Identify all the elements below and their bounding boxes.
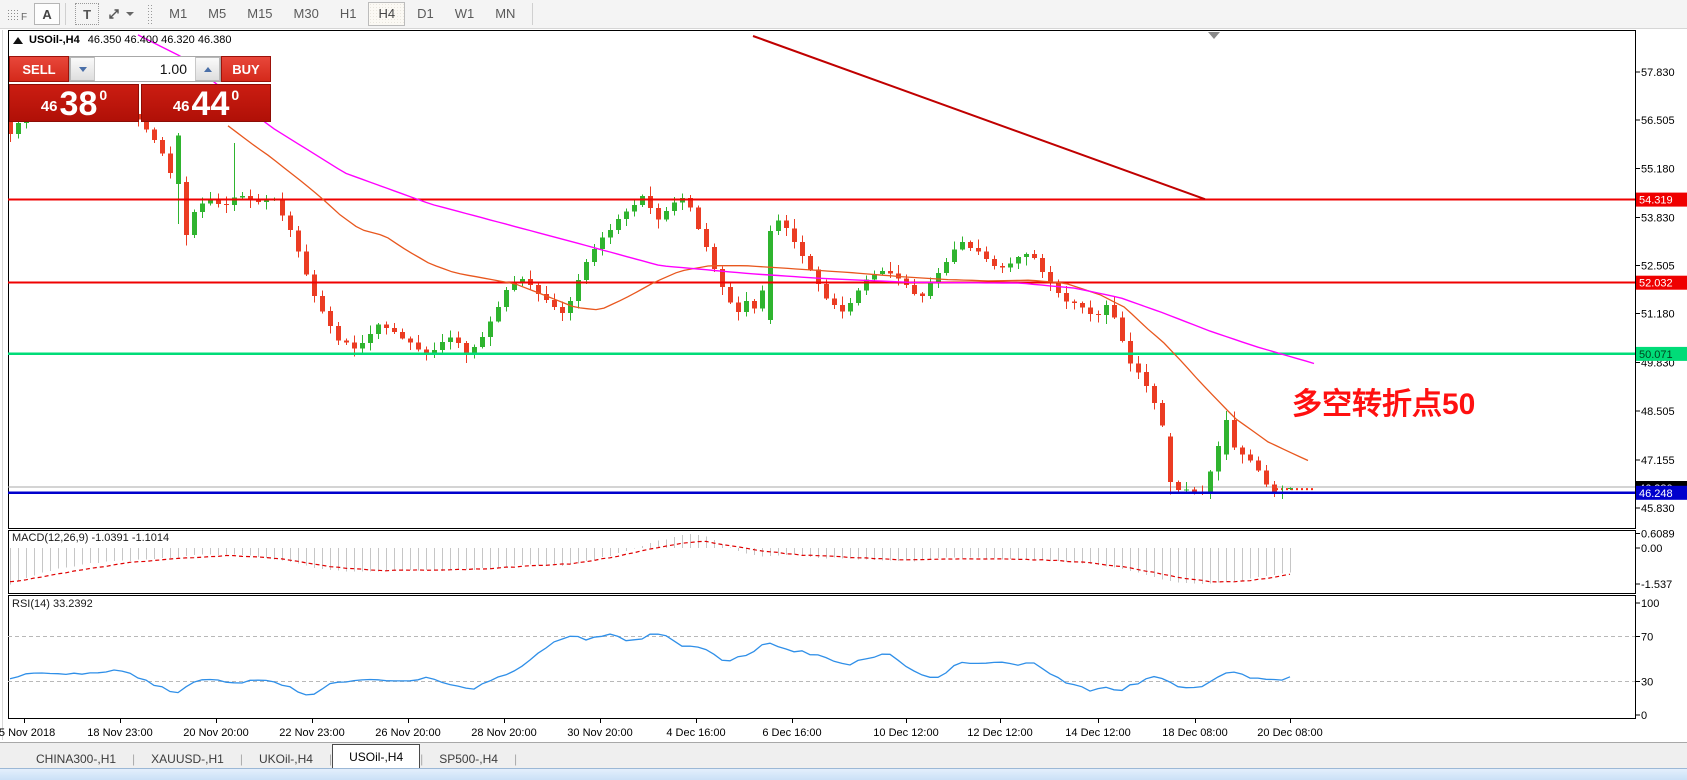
svg-text:28 Nov 20:00: 28 Nov 20:00 xyxy=(471,727,536,739)
volume-decrease-button[interactable] xyxy=(70,57,95,81)
chart-tab-usoil-h4[interactable]: USOil-,H4 xyxy=(332,744,420,769)
buy-price-prefix: 46 xyxy=(173,98,190,115)
svg-text:52.505: 52.505 xyxy=(1641,261,1675,273)
svg-text:56.505: 56.505 xyxy=(1641,115,1675,127)
sell-button[interactable]: SELL xyxy=(9,56,69,82)
volume-increase-button[interactable] xyxy=(195,57,220,81)
svg-text:55.180: 55.180 xyxy=(1641,163,1675,175)
svg-text:0.6089: 0.6089 xyxy=(1641,529,1675,541)
toolbar: F A T M1M5M15M30H1H4D1W1MN xyxy=(0,0,1687,29)
svg-text:4 Dec 16:00: 4 Dec 16:00 xyxy=(666,727,725,739)
timeframe-d1-button[interactable]: D1 xyxy=(408,3,443,25)
sell-price-big: 38 xyxy=(60,89,98,119)
chart-tab-xauusd-h1[interactable]: XAUUSD-,H1 xyxy=(135,749,240,769)
toolbar-separator xyxy=(532,3,533,25)
svg-text:26 Nov 20:00: 26 Nov 20:00 xyxy=(375,727,440,739)
svg-text:12 Dec 12:00: 12 Dec 12:00 xyxy=(967,727,1032,739)
diagonal-arrows-icon xyxy=(106,6,122,22)
date-axis: 15 Nov 2018 18 Nov 23:00 20 Nov 20:00 22 No… xyxy=(0,718,1323,739)
svg-text:57.830: 57.830 xyxy=(1641,67,1675,79)
timeframe-mn-button[interactable]: MN xyxy=(486,3,524,25)
chart-panels xyxy=(3,30,1636,740)
tab-separator: | xyxy=(514,749,517,769)
svg-text:50.071: 50.071 xyxy=(1639,349,1673,361)
timeframe-w1-button[interactable]: W1 xyxy=(446,3,484,25)
svg-text:30 Nov 20:00: 30 Nov 20:00 xyxy=(567,727,632,739)
timeframe-m30-button[interactable]: M30 xyxy=(285,3,328,25)
crosshair-grid-button[interactable]: F xyxy=(4,3,30,25)
status-bar xyxy=(0,768,1687,780)
text-label-button[interactable]: A xyxy=(34,3,60,25)
svg-text:-1.537: -1.537 xyxy=(1641,579,1672,591)
svg-text:10 Dec 12:00: 10 Dec 12:00 xyxy=(873,727,938,739)
timeframe-h1-button[interactable]: H1 xyxy=(331,3,366,25)
timeframe-h4-button[interactable]: H4 xyxy=(368,2,405,26)
timeframe-m1-button[interactable]: M1 xyxy=(160,3,196,25)
ohlc-values: 46.350 46.400 46.320 46.380 xyxy=(88,34,232,46)
svg-text:45.830: 45.830 xyxy=(1641,503,1675,515)
toolbar-grip[interactable] xyxy=(147,4,152,24)
chart-tab-china300-h1[interactable]: CHINA300-,H1 xyxy=(20,749,132,769)
volume-input[interactable] xyxy=(95,57,195,81)
svg-text:30: 30 xyxy=(1641,676,1653,688)
svg-text:0: 0 xyxy=(1641,710,1647,722)
caret-down-icon xyxy=(79,67,87,72)
buy-price-button[interactable]: 46 44 0 xyxy=(141,84,271,122)
macd-indicator-label: MACD(12,26,9) -1.0391 -1.1014 xyxy=(12,532,169,544)
sell-price-button[interactable]: 46 38 0 xyxy=(9,84,139,122)
timeframe-toolbar: M1M5M15M30H1H4D1W1MN xyxy=(160,0,527,28)
svg-text:47.155: 47.155 xyxy=(1641,455,1675,467)
chart-tab-sp500-h4[interactable]: SP500-,H4 xyxy=(423,749,514,769)
svg-text:18 Dec 08:00: 18 Dec 08:00 xyxy=(1162,727,1227,739)
buy-price-big: 44 xyxy=(192,89,230,119)
drawing-tools-dropdown-button[interactable] xyxy=(103,3,137,25)
timeframe-m15-button[interactable]: M15 xyxy=(238,3,281,25)
svg-text:14 Dec 12:00: 14 Dec 12:00 xyxy=(1065,727,1130,739)
caret-up-icon xyxy=(204,67,212,72)
mt4-terminal: 多空转折点50 57.830 56.505 55.180 53.830 52.505 51.… xyxy=(0,0,1687,780)
annotation-text[interactable]: 多空转折点50 xyxy=(1292,388,1475,421)
dots-grid-icon xyxy=(7,9,20,20)
text-box-button[interactable]: T xyxy=(75,3,99,25)
svg-text:15 Nov 2018: 15 Nov 2018 xyxy=(0,727,55,739)
one-click-trading-panel: SELL BUY 46 38 0 46 44 0 xyxy=(9,56,271,122)
svg-text:18 Nov 23:00: 18 Nov 23:00 xyxy=(87,727,152,739)
svg-text:0.00: 0.00 xyxy=(1641,543,1662,555)
grid-f-label: F xyxy=(21,12,27,23)
chart-tab-ukoil-h4[interactable]: UKOil-,H4 xyxy=(243,749,329,769)
sell-price-prefix: 46 xyxy=(41,98,58,115)
svg-text:54.319: 54.319 xyxy=(1639,195,1673,207)
svg-text:52.032: 52.032 xyxy=(1639,278,1673,290)
volume-stepper xyxy=(69,56,221,82)
svg-text:70: 70 xyxy=(1641,632,1653,644)
collapse-panel-icon[interactable] xyxy=(13,37,23,44)
buy-price-sup: 0 xyxy=(231,87,239,103)
svg-text:46.248: 46.248 xyxy=(1639,488,1673,500)
price-axis: 57.83056.50555.18053.83052.50551.18049.8… xyxy=(1635,67,1675,515)
svg-text:48.505: 48.505 xyxy=(1641,406,1675,418)
buy-button[interactable]: BUY xyxy=(221,56,271,82)
svg-text:22 Nov 23:00: 22 Nov 23:00 xyxy=(279,727,344,739)
svg-text:20 Dec 08:00: 20 Dec 08:00 xyxy=(1257,727,1322,739)
toolbar-separator xyxy=(65,3,66,25)
chart-title: USOil-,H4 46.350 46.400 46.320 46.380 xyxy=(13,34,231,46)
svg-text:100: 100 xyxy=(1641,598,1659,610)
sell-price-sup: 0 xyxy=(99,87,107,103)
svg-text:53.830: 53.830 xyxy=(1641,212,1675,224)
svg-text:20 Nov 20:00: 20 Nov 20:00 xyxy=(183,727,248,739)
symbol-label: USOil-,H4 xyxy=(29,34,80,46)
timeframe-m5-button[interactable]: M5 xyxy=(199,3,235,25)
chevron-down-icon xyxy=(126,12,134,16)
price-axis-tags: 46.38054.31952.03250.07146.248 xyxy=(1636,193,1687,500)
chart-tabs-bar: CHINA300-,H1|XAUUSD-,H1|UKOil-,H4|USOil-… xyxy=(0,742,1687,769)
svg-text:51.180: 51.180 xyxy=(1641,309,1675,321)
rsi-indicator-label: RSI(14) 33.2392 xyxy=(12,598,93,610)
svg-text:6 Dec 16:00: 6 Dec 16:00 xyxy=(762,727,821,739)
